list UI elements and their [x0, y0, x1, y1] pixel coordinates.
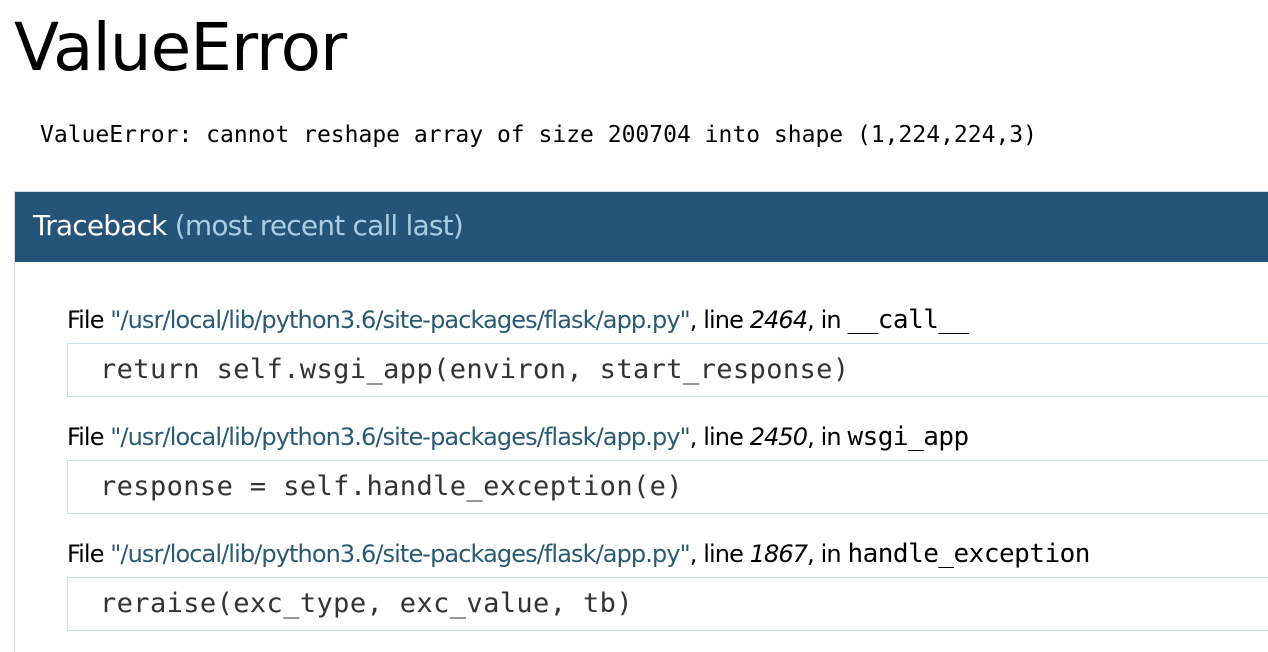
- traceback-frame: File "/usr/local/lib/python3.6/site-pack…: [67, 404, 1268, 521]
- frame-location: File "/usr/local/lib/python3.6/site-pack…: [67, 305, 969, 335]
- page-title: ValueError: [14, 9, 347, 86]
- frame-code-block[interactable]: reraise(exc_type, exc_value, tb): [67, 577, 1268, 631]
- line-prefix: , line: [689, 306, 750, 334]
- traceback-frames: File "/usr/local/lib/python3.6/site-pack…: [67, 287, 1268, 638]
- in-prefix: , in: [807, 423, 848, 451]
- frame-funcname: handle_exception: [847, 539, 1090, 569]
- frame-lineno: 1867: [749, 540, 808, 568]
- traceback-panel: Traceback (most recent call last) File "…: [14, 191, 1268, 652]
- frame-lineno: 2464: [749, 306, 808, 334]
- traceback-subtitle: (most recent call last): [174, 209, 464, 242]
- file-prefix: File: [67, 423, 111, 451]
- frame-code-block[interactable]: return self.wsgi_app(environ, start_resp…: [67, 343, 1268, 397]
- frame-lineno: 2450: [749, 423, 808, 451]
- line-prefix: , line: [689, 540, 750, 568]
- frame-location: File "/usr/local/lib/python3.6/site-pack…: [67, 539, 1090, 569]
- line-prefix: , line: [689, 423, 750, 451]
- frame-filename: "/usr/local/lib/python3.6/site-packages/…: [110, 423, 690, 451]
- traceback-frame: File "/usr/local/lib/python3.6/site-pack…: [67, 521, 1268, 638]
- frame-code-line[interactable]: response = self.handle_exception(e): [100, 461, 683, 513]
- file-prefix: File: [67, 540, 111, 568]
- in-prefix: , in: [807, 540, 848, 568]
- frame-code-line[interactable]: reraise(exc_type, exc_value, tb): [100, 578, 633, 630]
- traceback-frame: File "/usr/local/lib/python3.6/site-pack…: [67, 287, 1268, 404]
- traceback-title-text: Traceback: [33, 209, 167, 242]
- in-prefix: , in: [807, 306, 848, 334]
- frame-location: File "/usr/local/lib/python3.6/site-pack…: [67, 422, 969, 452]
- frame-funcname: wsgi_app: [847, 422, 969, 452]
- frame-code-line[interactable]: return self.wsgi_app(environ, start_resp…: [100, 344, 850, 396]
- file-prefix: File: [67, 306, 111, 334]
- error-message: ValueError: cannot reshape array of size…: [40, 122, 1037, 148]
- frame-filename: "/usr/local/lib/python3.6/site-packages/…: [110, 306, 690, 334]
- traceback-title: Traceback (most recent call last): [33, 192, 464, 260]
- frame-funcname: __call__: [847, 305, 969, 335]
- frame-filename: "/usr/local/lib/python3.6/site-packages/…: [110, 540, 690, 568]
- frame-code-block[interactable]: response = self.handle_exception(e): [67, 460, 1268, 514]
- traceback-header: Traceback (most recent call last): [15, 192, 1268, 262]
